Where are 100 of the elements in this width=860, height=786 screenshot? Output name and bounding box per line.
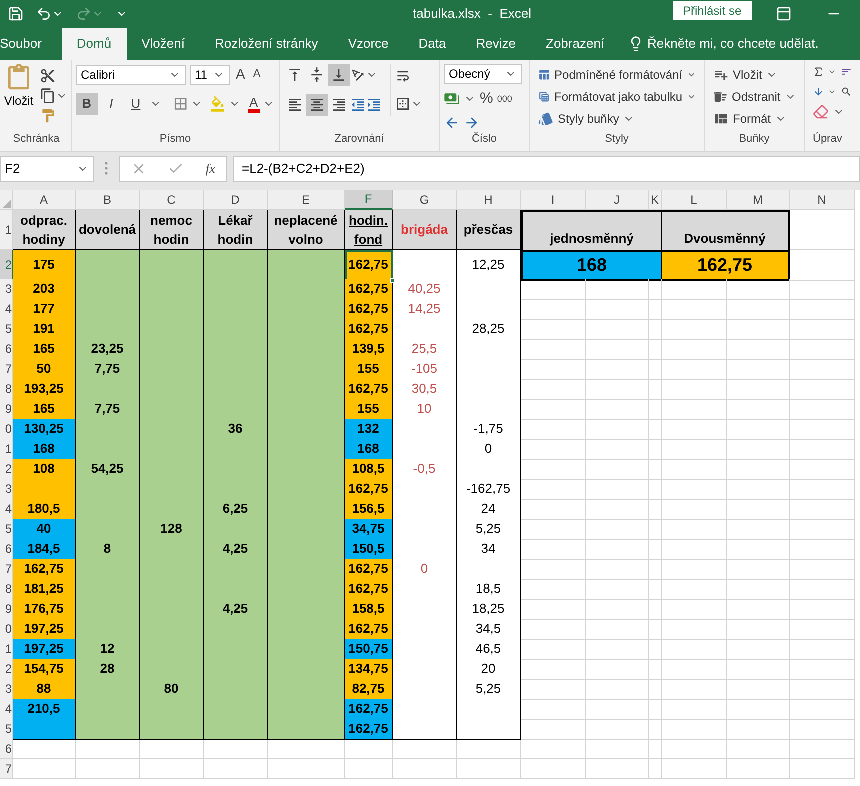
empty-cell <box>649 759 662 779</box>
empty-cell <box>662 519 727 540</box>
ribbon-tab[interactable]: Rozložení stránky <box>200 28 334 60</box>
indent-decrease-icon[interactable] <box>350 97 366 113</box>
row-header[interactable]: 8 <box>0 379 13 400</box>
align-button[interactable] <box>306 94 328 116</box>
thousands-button[interactable]: 000 <box>497 92 512 106</box>
font-name-select[interactable]: Calibri <box>76 64 186 84</box>
row-header[interactable]: 4 <box>0 299 13 320</box>
row-header[interactable]: 7 <box>0 359 13 380</box>
empty-cell <box>727 679 790 700</box>
font-style-button[interactable]: U <box>125 93 147 115</box>
font-color-button[interactable]: A <box>248 96 260 112</box>
column-header[interactable]: H <box>457 190 521 210</box>
empty-cell <box>521 739 586 759</box>
row-header[interactable]: 1 <box>0 439 13 460</box>
row-header[interactable]: 3 <box>0 679 13 700</box>
column-header[interactable]: D <box>204 190 268 210</box>
column-heading: Lékař hodin <box>204 210 268 250</box>
group-label: Písmo <box>160 132 192 146</box>
cells-menu-button[interactable]: Formát <box>713 108 796 131</box>
styles-menu-button[interactable]: Podmíněné formátování <box>538 64 696 86</box>
undo-icon[interactable] <box>36 6 52 22</box>
row-header[interactable]: 4 <box>0 699 13 720</box>
ribbon-tab[interactable]: Domů <box>62 28 127 60</box>
column-header[interactable]: C <box>140 190 204 210</box>
ribbon-tab[interactable]: Zobrazení <box>531 28 620 60</box>
empty-cell <box>649 279 662 300</box>
font-style-button[interactable]: I <box>100 93 122 115</box>
row-header[interactable]: 1 <box>0 639 13 660</box>
row-header[interactable]: 8 <box>0 579 13 600</box>
row-header[interactable]: 0 <box>0 419 13 440</box>
ribbon-tab[interactable]: Soubor <box>0 28 62 60</box>
column-header[interactable]: F <box>345 190 393 210</box>
styles-menu-button[interactable]: Formátovat jako tabulku <box>538 86 696 108</box>
percent-button[interactable]: % <box>480 88 494 110</box>
row-header[interactable]: 6 <box>0 539 13 560</box>
column-header[interactable]: B <box>76 190 140 210</box>
ribbon-tab[interactable]: Revize <box>461 28 531 60</box>
row-header[interactable]: 7 <box>0 559 13 580</box>
row-header[interactable]: 6 <box>0 739 13 759</box>
row-header[interactable]: 9 <box>0 399 13 420</box>
formula-input[interactable]: =L2-(B2+C2+D2+E2) <box>233 156 860 182</box>
ribbon-tab[interactable]: Vzorce <box>333 28 404 60</box>
grow-font-button[interactable]: A <box>234 64 248 85</box>
row-header[interactable]: 3 <box>0 479 13 500</box>
column-header[interactable]: I <box>521 190 586 210</box>
row-header[interactable]: 7 <box>0 759 13 779</box>
row-header[interactable]: 2 <box>0 250 13 281</box>
ribbon-tab[interactable]: Vložení <box>126 28 200 60</box>
column-header[interactable]: M <box>727 190 790 210</box>
column-header[interactable]: A <box>13 190 76 210</box>
window-title: tabulka.xlsx - Excel <box>413 5 532 24</box>
merge-icon[interactable] <box>395 96 411 112</box>
font-size-select[interactable]: 11 <box>190 64 230 84</box>
row-header[interactable]: 2 <box>0 659 13 680</box>
font-style-button[interactable]: B <box>76 93 98 115</box>
empty-cell <box>649 519 662 540</box>
fill-color-icon[interactable] <box>210 96 226 112</box>
name-box[interactable]: F2 <box>0 156 94 182</box>
row-header[interactable]: 6 <box>0 339 13 360</box>
styles-menu-button[interactable]: Styly buňky <box>538 108 696 131</box>
column-header[interactable]: G <box>393 190 457 210</box>
currency-icon[interactable] <box>444 91 460 108</box>
tell-me-field[interactable]: Řekněte mi, co chcete udělat. <box>648 34 819 54</box>
column-header[interactable]: J <box>586 190 649 210</box>
indent-increase-icon[interactable] <box>366 97 382 113</box>
row-header[interactable]: 1 <box>0 210 13 250</box>
save-icon[interactable] <box>8 6 24 22</box>
row-header[interactable]: 3 <box>0 279 13 300</box>
column-header[interactable]: E <box>268 190 345 210</box>
align-button[interactable] <box>328 64 350 86</box>
empty-cell <box>662 499 727 520</box>
ribbon-tab[interactable]: Data <box>404 28 462 60</box>
cells-menu-button[interactable]: Odstranit <box>713 86 796 108</box>
number-format-select[interactable]: Obecný <box>444 64 522 84</box>
eraser-icon[interactable] <box>813 104 829 120</box>
empty-cell <box>790 499 855 520</box>
column-header[interactable]: L <box>662 190 727 210</box>
shift-value: 162,75 <box>662 250 790 281</box>
copy-icon[interactable] <box>40 88 56 104</box>
shrink-font-button[interactable]: A <box>251 66 263 83</box>
cells-menu-button[interactable]: Vložit <box>713 64 796 86</box>
row-header[interactable]: 5 <box>0 519 13 540</box>
column-header[interactable]: K <box>649 190 662 210</box>
row-header[interactable]: 2 <box>0 459 13 480</box>
row-header[interactable]: 5 <box>0 319 13 340</box>
row-header[interactable]: 0 <box>0 619 13 640</box>
scissors-icon[interactable] <box>40 68 56 84</box>
row-header[interactable]: 9 <box>0 599 13 620</box>
column-header[interactable]: N <box>790 190 855 210</box>
sign-in-button[interactable]: Přihlásit se <box>673 1 752 20</box>
borders-icon[interactable] <box>172 96 188 112</box>
insert-function-button[interactable]: fx <box>206 159 216 179</box>
fill-handle[interactable] <box>390 278 395 283</box>
ribbon-display-icon[interactable] <box>776 6 792 22</box>
orientation-icon[interactable] <box>350 67 366 83</box>
paste-button[interactable]: Vložit <box>2 64 36 130</box>
row-header[interactable]: 5 <box>0 719 13 740</box>
row-header[interactable]: 4 <box>0 499 13 520</box>
